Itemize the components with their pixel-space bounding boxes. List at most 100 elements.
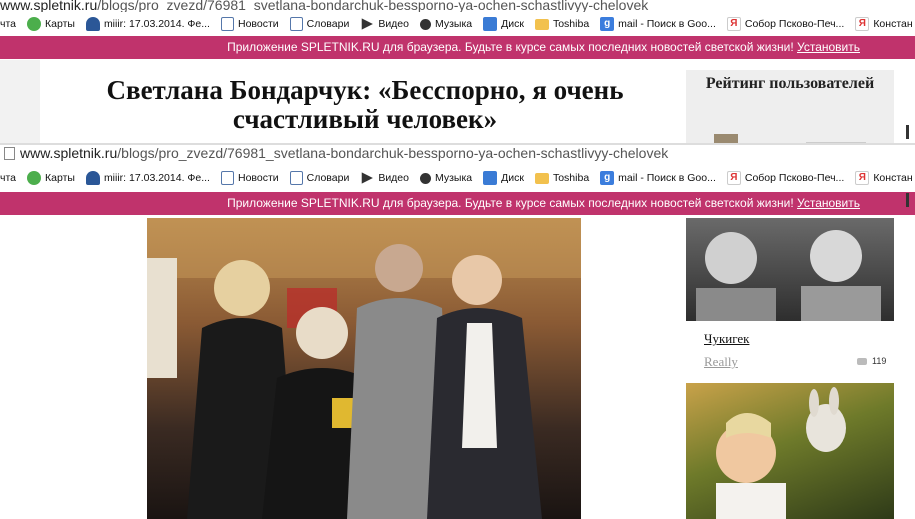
bookmark-item[interactable]: Карты — [27, 171, 75, 185]
page-icon — [289, 17, 303, 31]
disk-icon — [483, 171, 498, 185]
bookmark-label: Словари — [306, 18, 350, 30]
bookmark-item[interactable]: Toshiba — [534, 18, 590, 30]
music-icon — [420, 18, 431, 30]
photo-illustration — [147, 218, 581, 519]
bookmark-item[interactable]: g mail - Поиск в Goo... — [600, 17, 716, 31]
bookmark-item[interactable]: Музыка — [420, 18, 472, 30]
url-path: /blogs/pro_zvezd/76981_svetlana-bondarch… — [117, 145, 669, 161]
user-rating-panel: Рейтинг пользователей — [686, 70, 894, 145]
google-icon: g — [600, 171, 615, 185]
bookmark-label: Диск — [501, 18, 524, 30]
page-icon — [4, 146, 15, 160]
sidebar-user-name[interactable]: Чукигек — [704, 331, 749, 347]
left-gutter — [0, 60, 40, 145]
bookmark-label: Карты — [45, 172, 75, 184]
play-icon — [361, 172, 373, 184]
bookmark-label: Видео — [378, 18, 409, 30]
article-photo[interactable] — [147, 218, 581, 519]
bookmark-label: Музыка — [435, 18, 473, 30]
bookmark-label: Собор Псково-Печ... — [744, 18, 845, 30]
page-icon — [220, 17, 234, 31]
comment-count-value: 119 — [872, 356, 887, 366]
bookmark-label: Диск — [501, 172, 524, 184]
bookmark-label: Собор Псково-Печ... — [744, 172, 845, 184]
bookmark-item[interactable]: Диск — [483, 171, 524, 185]
disk-icon — [483, 17, 498, 31]
bookmark-item[interactable]: Видео — [360, 17, 409, 31]
article-title: Светлана Бондарчук: «Бесспорно, я очень … — [106, 75, 624, 134]
bookmark-label: Карты — [45, 18, 75, 30]
bookmark-item[interactable]: Я Собор Псково-Печ... — [726, 171, 845, 185]
yandex-icon: Я — [726, 17, 741, 31]
comment-bubble-icon — [857, 357, 867, 365]
background-screenshot: www.spletnik.ru/blogs/pro_zvezd/76981_sv… — [0, 0, 915, 145]
bookmark-item[interactable]: Видео — [360, 171, 409, 185]
user-icon — [85, 171, 100, 185]
bookmark-label: mail - Поиск в Goo... — [618, 18, 716, 30]
bookmark-item[interactable]: чта — [0, 172, 16, 184]
bookmark-item[interactable]: Новости — [220, 171, 279, 185]
install-link[interactable]: Установить — [797, 196, 860, 210]
music-icon — [420, 172, 431, 184]
bookmark-label: чта — [0, 18, 17, 30]
rating-title: Рейтинг пользователей — [705, 75, 875, 92]
bookmark-label: Констан — [873, 18, 913, 30]
promo-text: Приложение SPLETNIK.RU для браузера. Буд… — [227, 196, 794, 210]
play-icon — [361, 18, 373, 30]
sidebar-photo-illustration — [696, 230, 881, 321]
url-path: /blogs/pro_zvezd/76981_svetlana-bondarch… — [97, 0, 649, 12]
promo-banner: Приложение SPLETNIK.RU для браузера. Буд… — [0, 192, 915, 215]
bookmark-label: Новости — [237, 172, 279, 184]
bookmark-item[interactable]: чта — [0, 18, 16, 30]
bookmark-label: Музыка — [435, 172, 473, 184]
bookmark-item[interactable]: Диск — [483, 17, 524, 31]
bookmark-item[interactable]: Toshiba — [534, 172, 590, 184]
yandex-icon: Я — [855, 171, 870, 185]
sidebar-photo-child-rabbit[interactable] — [686, 383, 894, 519]
bookmark-label: чта — [0, 172, 17, 184]
bookmark-label: Констан — [873, 172, 913, 184]
bookmark-label: miiir: 17.03.2014. Фе... — [103, 172, 210, 184]
bookmark-item[interactable]: g mail - Поиск в Goo... — [600, 171, 716, 185]
bookmarks-bar: чта Карты miiir: 17.03.2014. Фе... Новости С… — [0, 12, 915, 36]
bookmark-item[interactable]: miiir: 17.03.2014. Фе... — [85, 171, 210, 185]
install-link[interactable]: Установить — [797, 40, 860, 54]
sidebar-photo-boys[interactable] — [686, 218, 894, 321]
bookmark-item[interactable]: miiir: 17.03.2014. Фе... — [85, 17, 210, 31]
address-bar[interactable]: www.spletnik.ru/blogs/pro_zvezd/76981_sv… — [0, 145, 915, 161]
maps-icon — [27, 17, 42, 31]
bookmark-label: Toshiba — [552, 18, 590, 30]
page-icon — [289, 171, 303, 185]
scrollbar-mark — [906, 125, 909, 139]
yandex-icon: Я — [855, 17, 870, 31]
page-icon — [220, 171, 234, 185]
bookmark-label: mail - Поиск в Goo... — [618, 172, 716, 184]
bookmark-item[interactable]: Словари — [289, 17, 350, 31]
bookmark-item[interactable]: Карты — [27, 17, 75, 31]
folder-icon — [534, 172, 549, 184]
bookmark-label: Словари — [306, 172, 350, 184]
bookmark-item[interactable]: Словари — [289, 171, 350, 185]
bookmark-item[interactable]: Я Констан — [855, 171, 913, 185]
bookmark-item[interactable]: Музыка — [420, 172, 472, 184]
promo-text: Приложение SPLETNIK.RU для браузера. Буд… — [227, 40, 794, 54]
bookmark-label: Новости — [237, 18, 279, 30]
bookmark-label: miiir: 17.03.2014. Фе... — [103, 18, 210, 30]
address-bar[interactable]: www.spletnik.ru/blogs/pro_zvezd/76981_sv… — [0, 0, 915, 12]
bookmark-item[interactable]: Я Собор Псково-Печ... — [726, 17, 845, 31]
url-host: www.spletnik.ru — [20, 145, 118, 161]
sidebar-user-subtitle[interactable]: Really — [704, 354, 738, 370]
bookmark-label: Toshiba — [552, 172, 590, 184]
bookmark-item[interactable]: Я Констан — [855, 17, 913, 31]
bookmark-item[interactable]: Новости — [220, 17, 279, 31]
bookmark-label: Видео — [378, 172, 409, 184]
folder-icon — [534, 18, 549, 30]
yandex-icon: Я — [726, 171, 741, 185]
promo-banner: Приложение SPLETNIK.RU для браузера. Буд… — [0, 36, 915, 59]
bookmarks-bar: чта Карты miiir: 17.03.2014. Фе... Новости С… — [0, 166, 915, 190]
comment-count: 119 — [857, 356, 886, 366]
maps-icon — [27, 171, 42, 185]
sidebar-photo-illustration — [716, 387, 846, 519]
scrollbar-mark — [906, 193, 909, 207]
